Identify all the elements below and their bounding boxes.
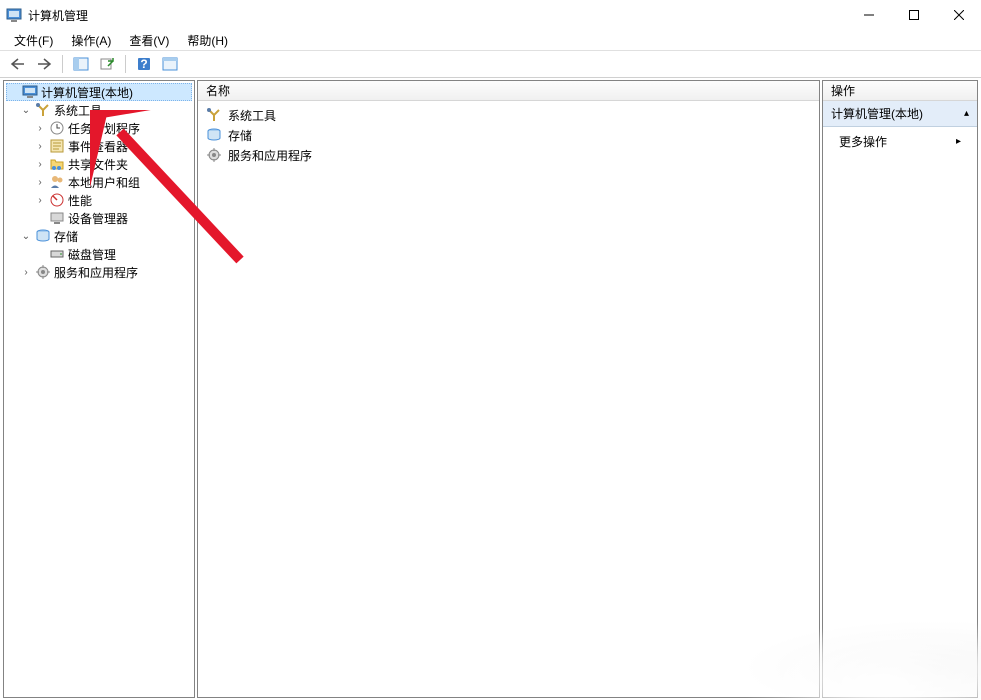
tools-icon <box>35 102 51 118</box>
tree-event-viewer[interactable]: › 事件查看器 <box>6 137 192 155</box>
chevron-right-icon: ▸ <box>956 136 961 147</box>
tree-label: 本地用户和组 <box>68 174 140 191</box>
chevron-right-icon[interactable]: › <box>34 159 46 170</box>
list-header[interactable]: 名称 <box>198 81 819 101</box>
tree-label: 服务和应用程序 <box>54 264 138 281</box>
shared-folder-icon <box>49 156 65 172</box>
tree-label: 存储 <box>54 228 78 245</box>
storage-icon <box>35 228 51 244</box>
tree-local-users[interactable]: › 本地用户和组 <box>6 173 192 191</box>
app-icon <box>6 7 22 23</box>
window-title: 计算机管理 <box>28 7 846 24</box>
toolbar-separator <box>125 55 126 73</box>
actions-more-label: 更多操作 <box>839 133 887 150</box>
tree-system-tools[interactable]: ⌄ 系统工具 <box>6 101 192 119</box>
menu-file[interactable]: 文件(F) <box>8 30 59 51</box>
actions-section-label: 计算机管理(本地) <box>831 105 923 122</box>
list-body[interactable]: 系统工具 存储 服务和应用程序 <box>198 101 819 697</box>
tree-panel[interactable]: 计算机管理(本地) ⌄ 系统工具 › 任务计划程序 › 事件查看器 › 共享文件… <box>3 80 195 698</box>
svg-text:?: ? <box>140 57 147 71</box>
tools-icon <box>206 107 222 123</box>
menu-help[interactable]: 帮助(H) <box>181 30 234 51</box>
menubar: 文件(F) 操作(A) 查看(V) 帮助(H) <box>0 30 981 50</box>
main-area: 计算机管理(本地) ⌄ 系统工具 › 任务计划程序 › 事件查看器 › 共享文件… <box>0 78 981 700</box>
chevron-right-icon[interactable]: › <box>34 177 46 188</box>
actions-header: 操作 <box>823 81 977 101</box>
back-button[interactable] <box>6 53 30 75</box>
actions-more[interactable]: 更多操作 ▸ <box>823 127 977 156</box>
tree: 计算机管理(本地) ⌄ 系统工具 › 任务计划程序 › 事件查看器 › 共享文件… <box>4 81 194 283</box>
tree-label: 计算机管理(本地) <box>41 84 133 101</box>
disk-icon <box>49 246 65 262</box>
toolbar-separator <box>62 55 63 73</box>
maximize-button[interactable] <box>891 0 936 30</box>
close-button[interactable] <box>936 0 981 30</box>
toolbar: ? <box>0 50 981 78</box>
minimize-button[interactable] <box>846 0 891 30</box>
services-icon <box>206 147 222 163</box>
menu-action[interactable]: 操作(A) <box>65 30 117 51</box>
list-item-system-tools[interactable]: 系统工具 <box>202 105 815 125</box>
clock-icon <box>49 120 65 136</box>
tree-root[interactable]: 计算机管理(本地) <box>6 83 192 101</box>
tree-device-manager[interactable]: 设备管理器 <box>6 209 192 227</box>
tree-label: 性能 <box>68 192 92 209</box>
actions-panel: 操作 计算机管理(本地) ▴ 更多操作 ▸ <box>822 80 978 698</box>
forward-button[interactable] <box>32 53 56 75</box>
tree-shared-folders[interactable]: › 共享文件夹 <box>6 155 192 173</box>
view-button[interactable] <box>158 53 182 75</box>
show-hide-tree-button[interactable] <box>69 53 93 75</box>
column-name: 名称 <box>206 82 230 99</box>
tree-label: 设备管理器 <box>68 210 128 227</box>
list-item-services-apps[interactable]: 服务和应用程序 <box>202 145 815 165</box>
tree-services-apps[interactable]: › 服务和应用程序 <box>6 263 192 281</box>
chevron-right-icon[interactable]: › <box>34 195 46 206</box>
list-label: 存储 <box>228 127 252 144</box>
chevron-right-icon[interactable]: › <box>34 141 46 152</box>
list-item-storage[interactable]: 存储 <box>202 125 815 145</box>
performance-icon <box>49 192 65 208</box>
tree-disk-management[interactable]: 磁盘管理 <box>6 245 192 263</box>
chevron-down-icon[interactable]: ⌄ <box>20 105 32 116</box>
export-button[interactable] <box>95 53 119 75</box>
computer-icon <box>22 84 38 100</box>
users-icon <box>49 174 65 190</box>
chevron-down-icon[interactable]: ⌄ <box>20 231 32 242</box>
content-panel: 名称 系统工具 存储 服务和应用程序 <box>197 80 820 698</box>
tree-performance[interactable]: › 性能 <box>6 191 192 209</box>
storage-icon <box>206 127 222 143</box>
titlebar: 计算机管理 <box>0 0 981 30</box>
list-label: 系统工具 <box>228 107 276 124</box>
menu-view[interactable]: 查看(V) <box>123 30 175 51</box>
event-icon <box>49 138 65 154</box>
list-label: 服务和应用程序 <box>228 147 312 164</box>
device-icon <box>49 210 65 226</box>
actions-section[interactable]: 计算机管理(本地) ▴ <box>823 101 977 127</box>
collapse-icon: ▴ <box>964 108 969 119</box>
tree-label: 系统工具 <box>54 102 102 119</box>
actions-header-label: 操作 <box>831 82 855 99</box>
tree-label: 磁盘管理 <box>68 246 116 263</box>
tree-label: 共享文件夹 <box>68 156 128 173</box>
chevron-right-icon[interactable]: › <box>20 267 32 278</box>
services-icon <box>35 264 51 280</box>
help-button[interactable]: ? <box>132 53 156 75</box>
corner-watermark <box>741 620 981 700</box>
tree-label: 事件查看器 <box>68 138 128 155</box>
tree-storage[interactable]: ⌄ 存储 <box>6 227 192 245</box>
tree-task-scheduler[interactable]: › 任务计划程序 <box>6 119 192 137</box>
chevron-right-icon[interactable]: › <box>34 123 46 134</box>
tree-label: 任务计划程序 <box>68 120 140 137</box>
